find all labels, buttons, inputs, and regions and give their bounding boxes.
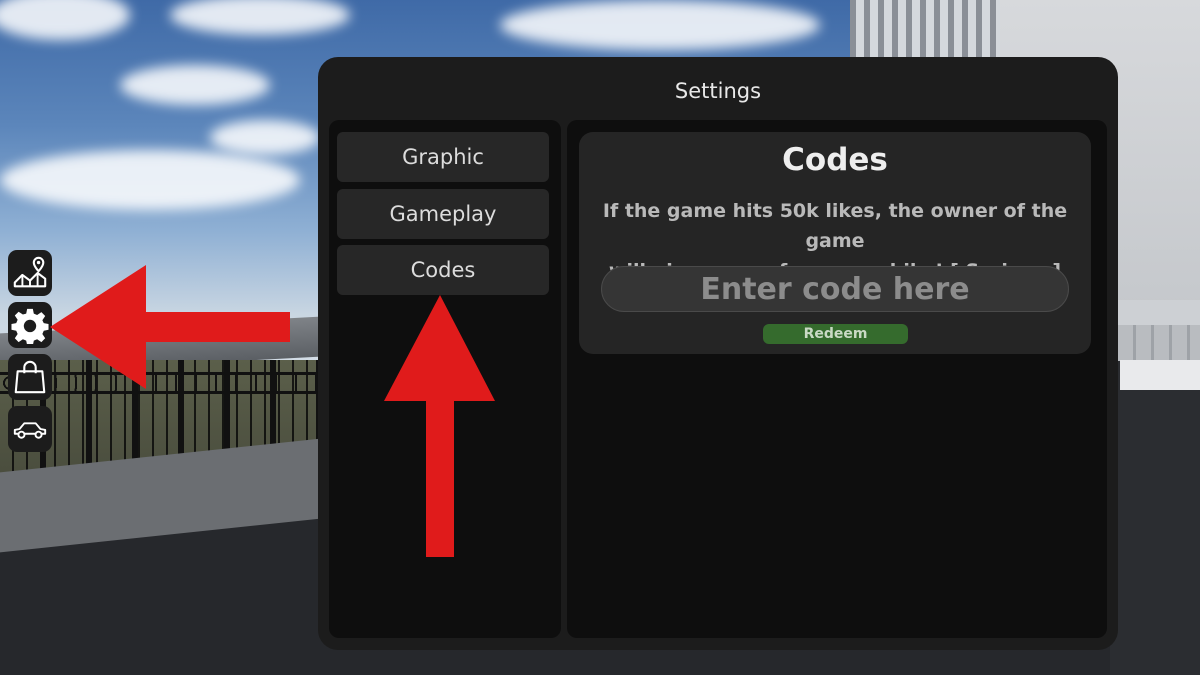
redeem-button[interactable]: Redeem (763, 324, 908, 344)
cloud (210, 120, 320, 155)
vehicles-button[interactable] (8, 406, 52, 452)
codes-title: Codes (782, 142, 888, 178)
shopping-bag-icon (14, 360, 46, 394)
road-right (1110, 360, 1200, 675)
railing-right (1115, 325, 1200, 361)
map-button[interactable] (8, 250, 52, 296)
codes-message-line-1: If the game hits 50k likes, the owner of… (602, 200, 1068, 252)
cloud (500, 0, 820, 50)
cloud (120, 65, 270, 105)
cloud (0, 150, 300, 210)
distant-tower (850, 0, 1000, 60)
codes-card: Codes If the game hits 50k likes, the ow… (579, 132, 1091, 354)
settings-button[interactable] (8, 302, 52, 348)
red-arrow-left-icon (50, 265, 290, 389)
map-icon (13, 256, 47, 288)
shop-button[interactable] (8, 354, 52, 400)
window-title: Settings (674, 79, 762, 103)
gear-icon (11, 308, 49, 344)
side-menu (8, 250, 54, 458)
tab-codes[interactable]: Codes (337, 245, 549, 295)
tab-graphic[interactable]: Graphic (337, 132, 549, 182)
car-icon (13, 422, 47, 439)
settings-content-panel: Codes If the game hits 50k likes, the ow… (567, 120, 1107, 638)
lit-road-patch (1120, 360, 1200, 390)
tab-gameplay[interactable]: Gameplay (337, 189, 549, 239)
code-input[interactable] (601, 266, 1069, 312)
red-arrow-up-icon (384, 295, 495, 557)
